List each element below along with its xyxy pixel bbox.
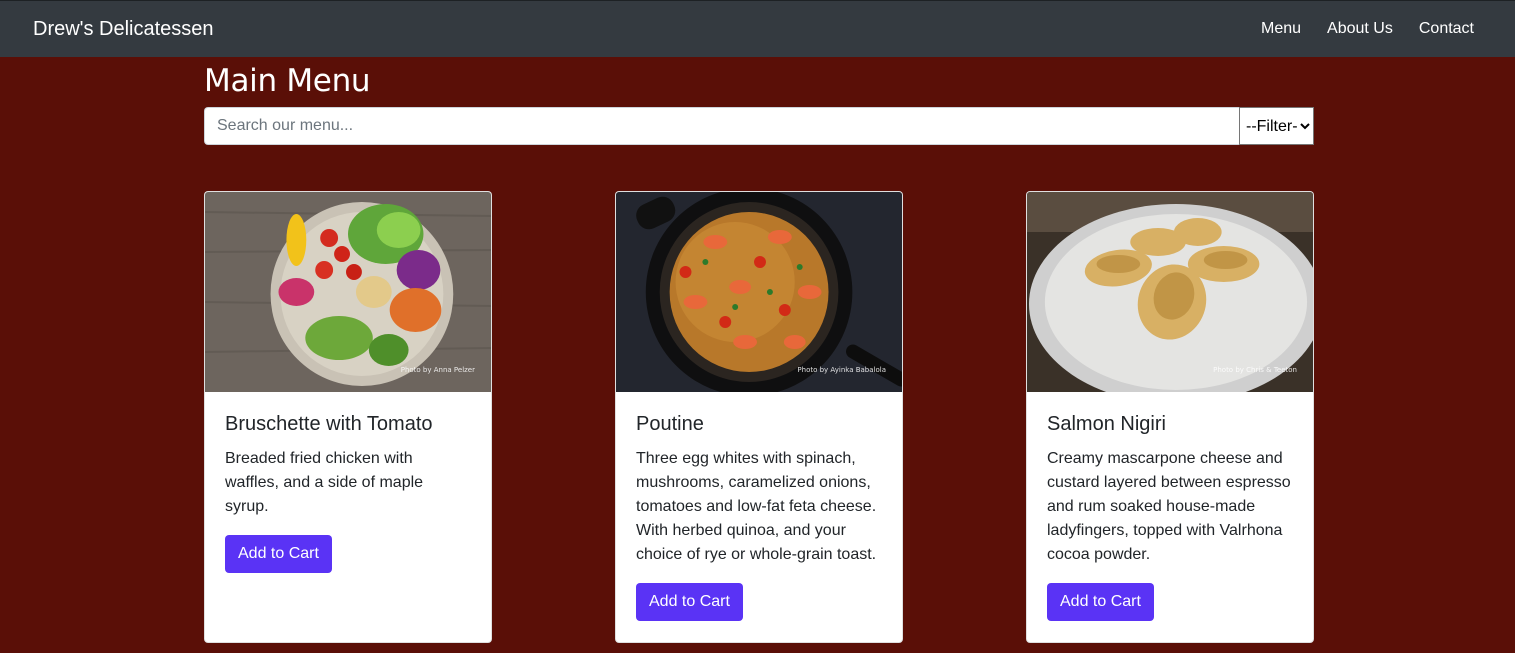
card-title: Bruschette with Tomato [225, 413, 433, 435]
add-to-cart-button[interactable]: Add to Cart [636, 583, 743, 621]
nav-link-contact[interactable]: Contact [1419, 20, 1474, 38]
card-image-salad-bowl: Photo by Anna Pelzer [205, 192, 491, 392]
page-title: Main Menu [204, 63, 371, 99]
search-input[interactable] [204, 107, 1239, 145]
menu-card: Photo by Ayinka Babalola Poutine Three e… [615, 191, 903, 643]
card-description: Creamy mascarpone cheese and custard lay… [1047, 450, 1291, 563]
add-to-cart-button[interactable]: Add to Cart [225, 535, 332, 573]
card-description: Breaded fried chicken with waffles, and … [225, 450, 424, 515]
menu-card: Photo by Anna Pelzer Bruschette with Tom… [204, 191, 492, 643]
brand-link[interactable]: Drew's Delicatessen [33, 18, 214, 41]
navbar: Drew's Delicatessen Menu About Us Contac… [0, 0, 1515, 57]
card-title: Poutine [636, 413, 704, 435]
nav-link-about-us[interactable]: About Us [1327, 20, 1393, 38]
garlic-bread-image [1027, 192, 1313, 392]
menu-card: Photo by Chris & Teeton Salmon Nigiri Cr… [1026, 191, 1314, 643]
photo-credit: Photo by Chris & Teeton [1213, 366, 1297, 374]
search-row: --Filter-- [204, 107, 1314, 145]
add-to-cart-button[interactable]: Add to Cart [1047, 583, 1154, 621]
shrimp-pasta-image [616, 192, 902, 392]
card-image-garlic-bread: Photo by Chris & Teeton [1027, 192, 1313, 392]
salad-bowl-image [205, 192, 491, 392]
card-body: Salmon Nigiri Creamy mascarpone cheese a… [1027, 392, 1313, 641]
nav-links: Menu About Us Contact [1261, 20, 1474, 38]
card-body: Bruschette with Tomato Breaded fried chi… [205, 392, 491, 593]
nav-link-menu[interactable]: Menu [1261, 20, 1301, 38]
card-image-shrimp-pasta: Photo by Ayinka Babalola [616, 192, 902, 392]
photo-credit: Photo by Anna Pelzer [400, 366, 475, 374]
card-description: Three egg whites with spinach, mushrooms… [636, 450, 877, 563]
filter-select[interactable]: --Filter-- [1239, 107, 1314, 145]
photo-credit: Photo by Ayinka Babalola [797, 366, 886, 374]
card-body: Poutine Three egg whites with spinach, m… [616, 392, 902, 641]
menu-cards: Photo by Anna Pelzer Bruschette with Tom… [204, 191, 1314, 643]
card-title: Salmon Nigiri [1047, 413, 1166, 435]
